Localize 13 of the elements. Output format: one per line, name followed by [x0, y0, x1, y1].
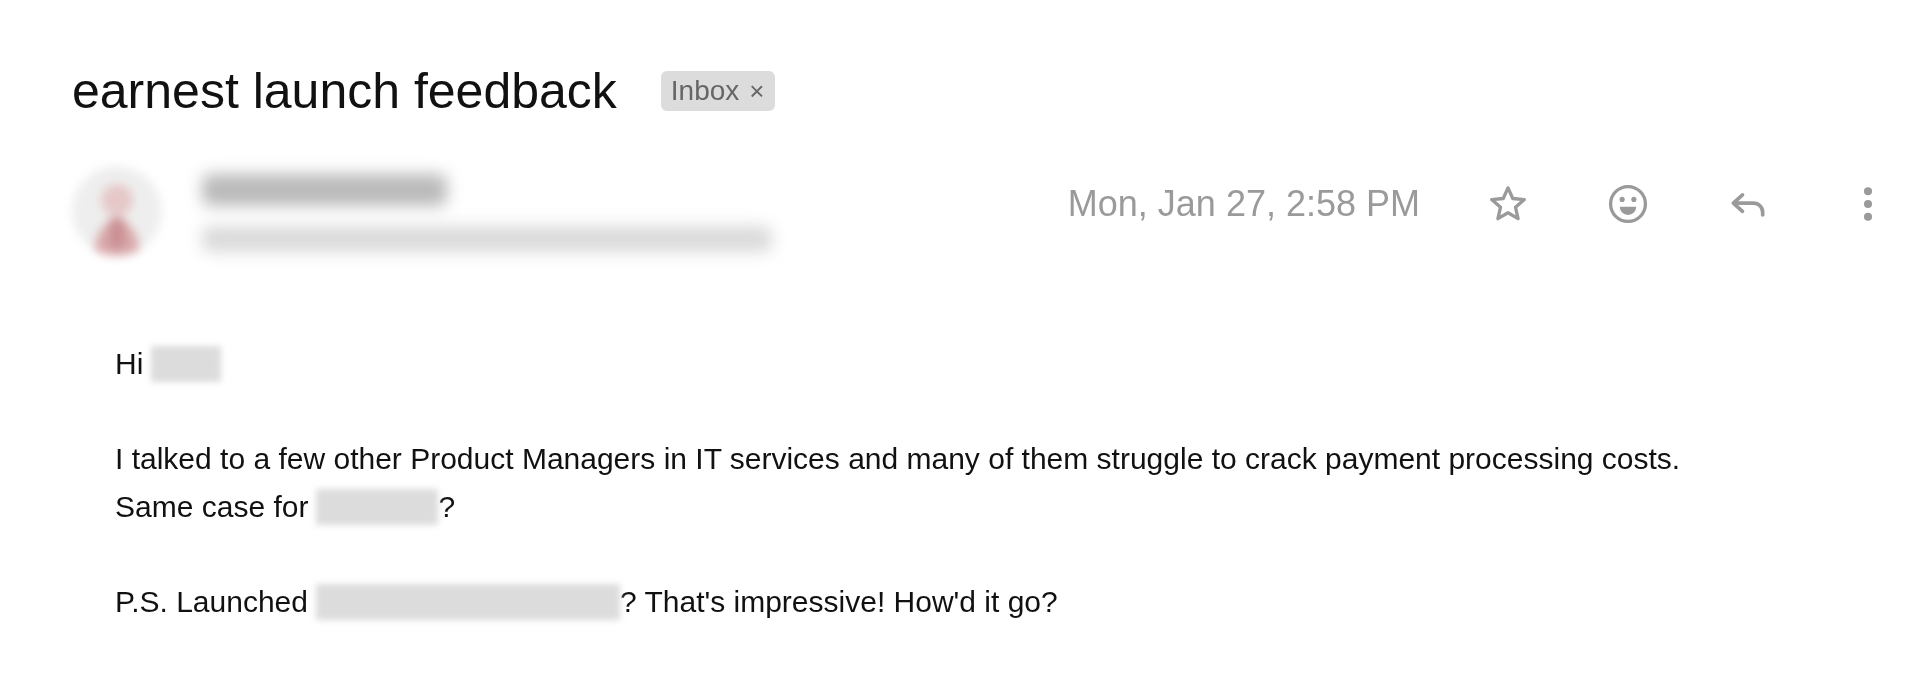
email-date: Mon, Jan 27, 2:58 PM — [1067, 183, 1420, 225]
body-text: P.S. Launched — [115, 585, 308, 619]
body-text: Same case for — [115, 490, 309, 524]
smiley-icon[interactable] — [1606, 182, 1650, 226]
body-text: I talked to a few other Product Managers in IT services and many of them struggle to crack payment processing costs. — [115, 442, 1681, 476]
body-text: ? — [438, 490, 456, 524]
label-chip[interactable]: Inbox × — [660, 71, 775, 111]
remove-label-button[interactable]: × — [749, 75, 765, 107]
redaction — [151, 346, 222, 382]
body-text: ? That's impressive! How'd it go? — [619, 585, 1058, 619]
email-subject: earnest launch feedback — [72, 62, 617, 120]
body-text: Hi — [115, 347, 144, 381]
label-text: Inbox — [670, 75, 740, 107]
